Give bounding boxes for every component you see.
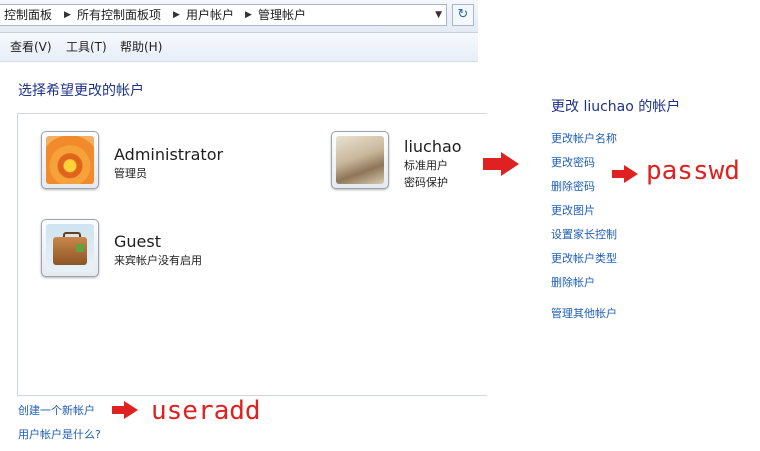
chevron-right-icon[interactable]: ▶ <box>245 5 252 25</box>
breadcrumb[interactable]: 控制面板 ▶ 所有控制面板项 ▶ 用户帐户 ▶ 管理帐户 ▼ <box>0 4 447 26</box>
account-type: 管理员 <box>114 167 147 180</box>
cat-picture-icon <box>336 136 384 184</box>
refresh-icon[interactable]: ↻ <box>452 4 474 26</box>
chevron-right-icon[interactable]: ▶ <box>64 5 71 25</box>
breadcrumb-manage-accounts[interactable]: 管理帐户 <box>258 5 306 25</box>
breadcrumb-control-panel[interactable]: 控制面板 <box>4 5 52 25</box>
flower-picture-icon <box>46 136 94 184</box>
account-name-guest[interactable]: Guest <box>114 232 161 251</box>
account-name-liuchao[interactable]: liuchao <box>404 137 462 156</box>
annotation-useradd: useradd <box>151 396 261 426</box>
change-picture-link[interactable]: 更改图片 <box>551 202 595 218</box>
account-picture-administrator[interactable] <box>41 131 99 189</box>
red-arrow-icon <box>612 165 638 183</box>
page-title: 选择希望更改的帐户 <box>18 83 144 99</box>
menu-help[interactable]: 帮助(H) <box>120 33 162 61</box>
breadcrumb-user-accounts[interactable]: 用户帐户 <box>186 5 234 25</box>
what-is-user-account-link[interactable]: 用户帐户是什么? <box>18 426 101 442</box>
change-account-type-link[interactable]: 更改帐户类型 <box>551 250 617 266</box>
suitcase-picture-icon <box>46 224 94 272</box>
red-arrow-icon <box>112 401 138 419</box>
remove-password-link[interactable]: 删除密码 <box>551 178 595 194</box>
menu-view[interactable]: 查看(V) <box>10 33 52 61</box>
menu-tools[interactable]: 工具(T) <box>66 33 107 61</box>
delete-account-link[interactable]: 删除帐户 <box>551 274 595 290</box>
breadcrumb-all-items[interactable]: 所有控制面板项 <box>77 5 161 25</box>
change-account-name-link[interactable]: 更改帐户名称 <box>551 130 617 146</box>
account-name-administrator[interactable]: Administrator <box>114 145 223 164</box>
red-arrow-icon <box>483 152 519 176</box>
change-password-link[interactable]: 更改密码 <box>551 154 595 170</box>
task-pane-title: 更改 liuchao 的帐户 <box>551 99 681 115</box>
account-password-status: 密码保护 <box>404 176 448 189</box>
account-type: 标准用户 <box>404 159 448 172</box>
chevron-right-icon[interactable]: ▶ <box>173 5 180 25</box>
account-picture-liuchao[interactable] <box>331 131 389 189</box>
account-picture-guest[interactable] <box>41 219 99 277</box>
address-bar: 控制面板 ▶ 所有控制面板项 ▶ 用户帐户 ▶ 管理帐户 ▼ ↻ <box>0 0 478 33</box>
account-status: 来宾帐户没有启用 <box>114 254 202 267</box>
manage-other-accounts-link[interactable]: 管理其他帐户 <box>551 305 617 321</box>
parental-controls-link[interactable]: 设置家长控制 <box>551 226 617 242</box>
chevron-down-icon[interactable]: ▼ <box>435 5 442 25</box>
annotation-passwd: passwd <box>646 156 740 186</box>
menu-bar: 查看(V) 工具(T) 帮助(H) <box>0 33 478 62</box>
create-account-link[interactable]: 创建一个新帐户 <box>18 402 95 418</box>
